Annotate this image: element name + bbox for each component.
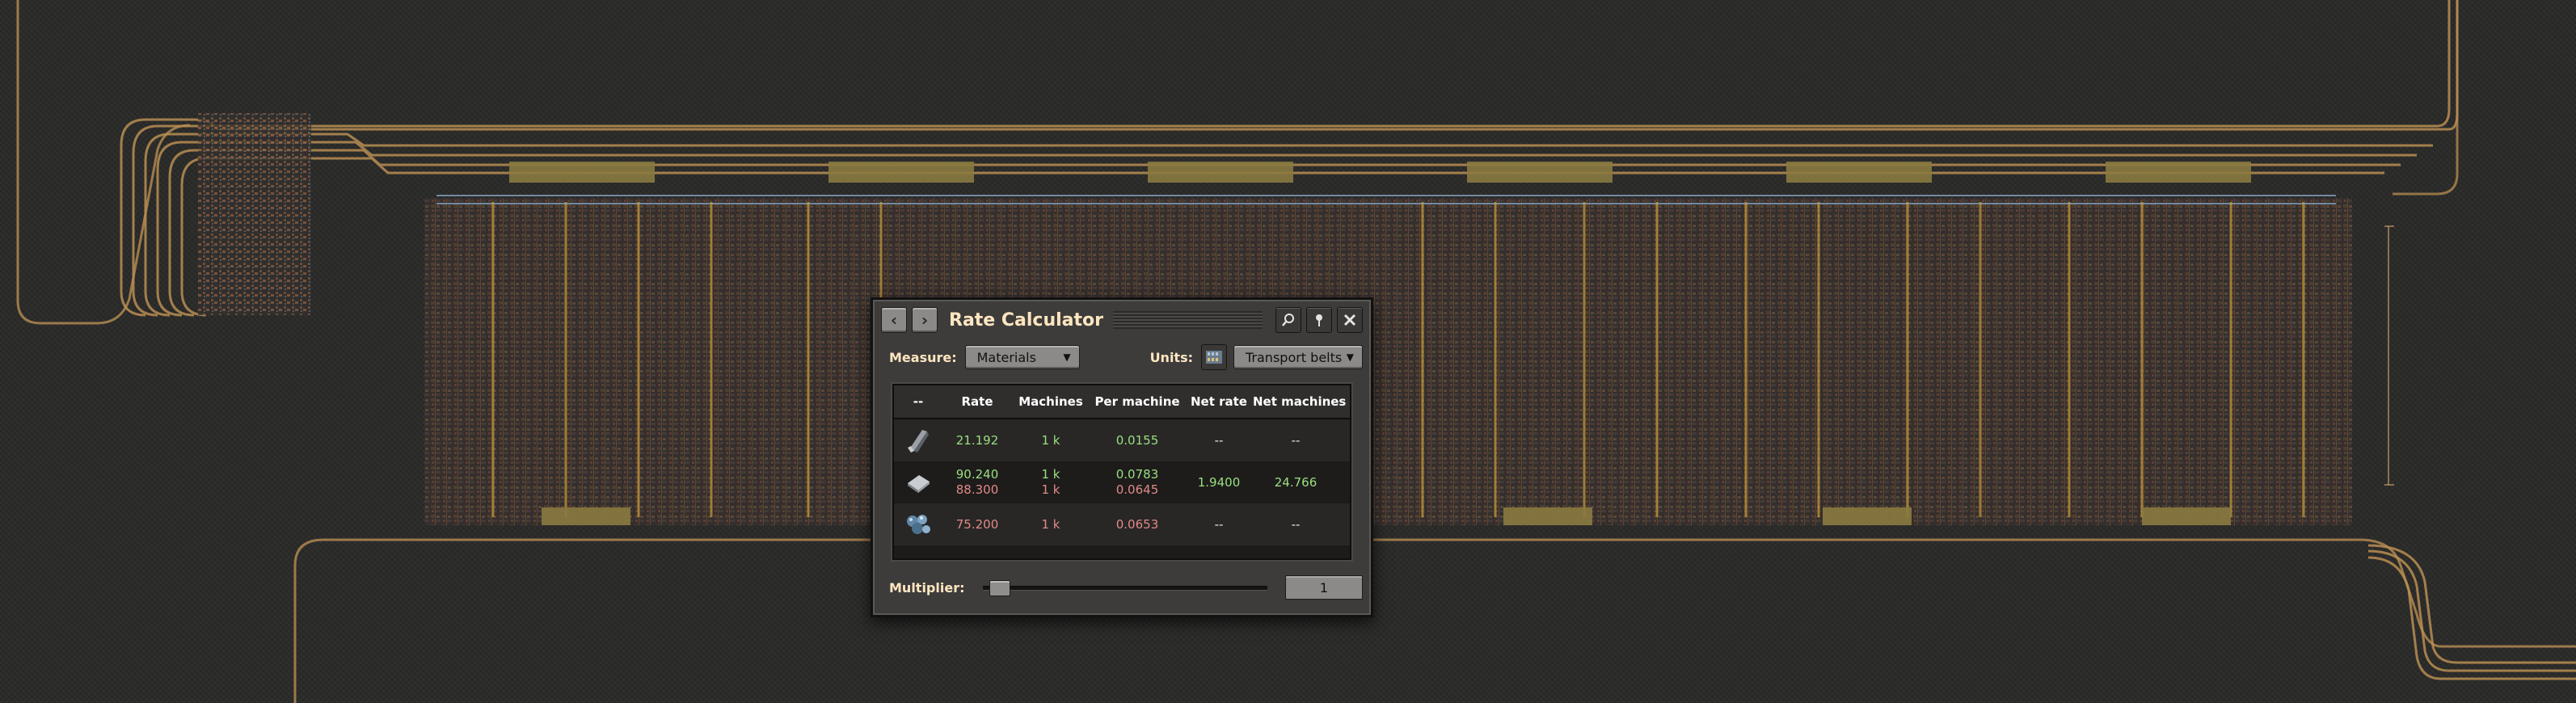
iron-plate-icon[interactable] <box>894 461 942 503</box>
pin-icon <box>1316 314 1322 326</box>
per-machine-produced: 0.0783 <box>1115 467 1159 482</box>
rate-consumed: 88.300 <box>955 482 999 497</box>
net-machines-value: 24.766 <box>1274 474 1318 490</box>
chevron-left-icon: ‹ <box>890 310 898 330</box>
machines-value: 1 k <box>1041 432 1060 448</box>
search-button[interactable] <box>1275 307 1301 333</box>
rates-table: -- Rate Machines Per machine Net rate Ne… <box>892 384 1351 560</box>
header-net-rate: Net rate <box>1191 394 1247 409</box>
rate-produced: 90.240 <box>955 467 999 482</box>
units-value: Transport belts <box>1246 349 1343 365</box>
rate-calculator-window: ‹ › Rate Calculator Measure: Materials ▼… <box>871 297 1373 617</box>
units-icon-button[interactable] <box>1201 344 1227 370</box>
table-row[interactable]: 21.192 1 k 0.0155 -- -- <box>894 419 1350 461</box>
chevron-down-icon: ▼ <box>1063 352 1071 363</box>
per-machine-value: 0.0653 <box>1115 516 1159 532</box>
controls-bar: Measure: Materials ▼ Units: Transport be… <box>881 339 1363 376</box>
iron-ore-icon[interactable] <box>894 503 942 545</box>
machines-consumed: 1 k <box>1041 482 1060 497</box>
units-label: Units: <box>1149 349 1193 365</box>
units-dropdown[interactable]: Transport belts ▼ <box>1233 345 1363 369</box>
multiplier-input[interactable]: 1 <box>1285 575 1363 600</box>
machines-cell: 1 k 1 k <box>1012 467 1090 498</box>
forward-button[interactable]: › <box>912 307 938 333</box>
close-icon <box>1343 314 1356 326</box>
per-machine-consumed: 0.0645 <box>1115 482 1159 497</box>
title-drag-handle[interactable] <box>1113 311 1263 329</box>
net-rate-value: -- <box>1214 432 1224 448</box>
multiplier-slider[interactable] <box>982 577 1267 598</box>
table-row[interactable]: 90.240 88.300 1 k 1 k 0.0783 0.0645 1.94… <box>894 461 1350 503</box>
transport-belt-icon <box>1206 351 1222 364</box>
measure-label: Measure: <box>889 349 957 365</box>
chevron-down-icon: ▼ <box>1346 352 1354 363</box>
back-button[interactable]: ‹ <box>881 307 907 333</box>
multiplier-bar: Multiplier: 1 <box>881 570 1363 605</box>
machines-value: 1 k <box>1041 516 1060 532</box>
slider-handle[interactable] <box>989 580 1010 596</box>
window-title: Rate Calculator <box>949 309 1103 330</box>
close-button[interactable] <box>1337 307 1363 333</box>
header-icon-col: -- <box>913 394 924 409</box>
chevron-right-icon: › <box>921 310 929 330</box>
net-machines-value: -- <box>1291 432 1301 448</box>
header-net-machines: Net machines <box>1253 394 1347 409</box>
table-row[interactable]: 75.200 1 k 0.0653 -- -- <box>894 503 1350 545</box>
table-header: -- Rate Machines Per machine Net rate Ne… <box>894 385 1350 419</box>
search-icon <box>1282 314 1294 326</box>
per-machine-cell: 0.0783 0.0645 <box>1090 467 1185 498</box>
rate-value: 75.200 <box>955 516 999 532</box>
measure-dropdown[interactable]: Materials ▼ <box>964 345 1080 369</box>
net-rate-value: 1.9400 <box>1197 474 1241 490</box>
rate-value: 21.192 <box>955 432 999 448</box>
net-machines-value: -- <box>1291 516 1301 532</box>
slider-track <box>982 586 1267 591</box>
header-rate: Rate <box>961 394 993 409</box>
measure-value: Materials <box>976 349 1036 365</box>
header-per-machine: Per machine <box>1094 394 1180 409</box>
per-machine-value: 0.0155 <box>1115 432 1159 448</box>
net-rate-value: -- <box>1214 516 1224 532</box>
rate-cell: 90.240 88.300 <box>942 467 1012 498</box>
multiplier-label: Multiplier: <box>889 579 965 596</box>
pin-button[interactable] <box>1306 307 1332 333</box>
header-machines: Machines <box>1018 394 1083 409</box>
window-titlebar: ‹ › Rate Calculator <box>881 306 1363 334</box>
iron-gear-wheel-icon[interactable] <box>894 419 942 461</box>
machines-produced: 1 k <box>1041 467 1060 482</box>
